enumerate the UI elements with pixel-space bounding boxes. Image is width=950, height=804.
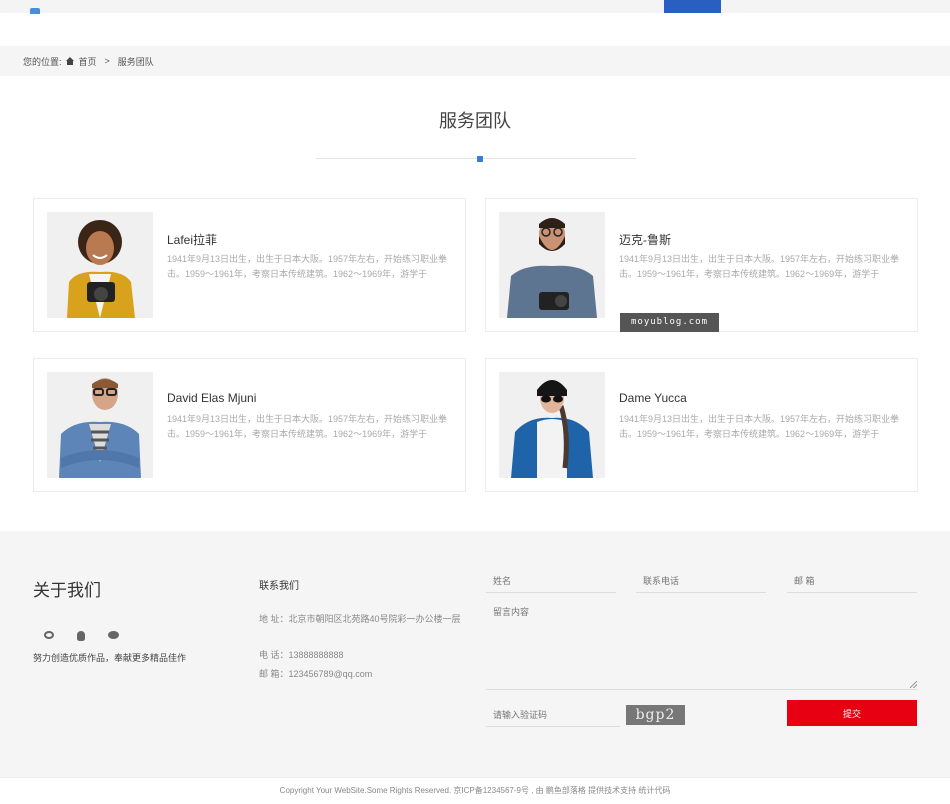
team-member-name[interactable]: David Elas Mjuni: [167, 391, 256, 405]
home-icon: [65, 57, 74, 65]
nav-item-active[interactable]: [664, 0, 721, 13]
team-member-desc: 1941年9月13日出生，出生于日本大阪。1957年左右，开始练习职业拳击。19…: [619, 254, 900, 279]
footer: 关于我们 努力创造优质作品，奉献更多精品佳作 联系我们 地 址：北京市朝阳区北苑…: [0, 531, 950, 777]
copyright: Copyright Your WebSite.Some Rights Reser…: [0, 777, 950, 804]
contact-phone: 电 话：13888888888: [259, 650, 344, 660]
phone-field[interactable]: [636, 569, 766, 593]
breadcrumb-separator: >: [104, 56, 110, 66]
qq-icon[interactable]: [77, 631, 85, 641]
team-member-name[interactable]: Lafei拉菲: [167, 231, 217, 248]
about-title: 关于我们: [33, 581, 101, 600]
name-field[interactable]: [486, 569, 616, 593]
team-photo[interactable]: [499, 212, 605, 318]
team-member-name[interactable]: Dame Yucca: [619, 391, 687, 405]
team-card[interactable]: David Elas Mjuni 1941年9月13日出生，出生于日本大阪。19…: [33, 358, 466, 492]
captcha-field[interactable]: [486, 703, 620, 727]
breadcrumb-current[interactable]: 服务团队: [118, 55, 154, 68]
team-member-name[interactable]: 迈克-鲁斯: [619, 231, 671, 248]
team-card[interactable]: Lafei拉菲 1941年9月13日出生，出生于日本大阪。1957年左右，开始练…: [33, 198, 466, 332]
resize-grip-icon[interactable]: [910, 681, 917, 688]
contact-address: 地 址：北京市朝阳区北苑路40号院彩一办公楼一层: [259, 614, 461, 624]
contact-title: 联系我们: [259, 581, 299, 592]
header-strip: [0, 0, 950, 13]
team-photo[interactable]: [499, 372, 605, 478]
submit-button[interactable]: 提交: [787, 700, 917, 726]
captcha-image[interactable]: bgp2: [626, 705, 685, 725]
team-member-desc: 1941年9月13日出生，出生于日本大阪。1957年左右，开始练习职业拳击。19…: [619, 414, 900, 439]
weibo-icon[interactable]: [44, 631, 54, 639]
page-title: 服务团队: [439, 111, 511, 131]
team-member-desc: 1941年9月13日出生，出生于日本大阪。1957年左右，开始练习职业拳击。19…: [167, 254, 448, 279]
about-slogan: 努力创造优质作品，奉献更多精品佳作: [33, 653, 187, 663]
wechat-icon[interactable]: [108, 631, 119, 639]
title-divider: [316, 158, 636, 159]
team-photo[interactable]: [47, 212, 153, 318]
breadcrumb: 您的位置: 首页 > 服务团队: [0, 46, 950, 76]
site-header: [0, 0, 950, 46]
message-field[interactable]: [486, 598, 917, 690]
contact-email: 邮 箱：123456789@qq.com: [259, 669, 373, 679]
team-photo[interactable]: [47, 372, 153, 478]
team-card[interactable]: Dame Yucca 1941年9月13日出生，出生于日本大阪。1957年左右，…: [485, 358, 918, 492]
team-member-desc: 1941年9月13日出生，出生于日本大阪。1957年左右，开始练习职业拳击。19…: [167, 414, 448, 439]
title-divider-dot: [477, 156, 483, 162]
social-links: [44, 631, 119, 641]
watermark: moyublog.com: [620, 313, 719, 332]
breadcrumb-home-link[interactable]: 首页: [79, 55, 97, 68]
logo-icon[interactable]: [30, 8, 40, 14]
breadcrumb-prefix: 您的位置:: [23, 56, 62, 67]
email-field[interactable]: [787, 569, 917, 593]
team-card[interactable]: 迈克-鲁斯 1941年9月13日出生，出生于日本大阪。1957年左右，开始练习职…: [485, 198, 918, 332]
